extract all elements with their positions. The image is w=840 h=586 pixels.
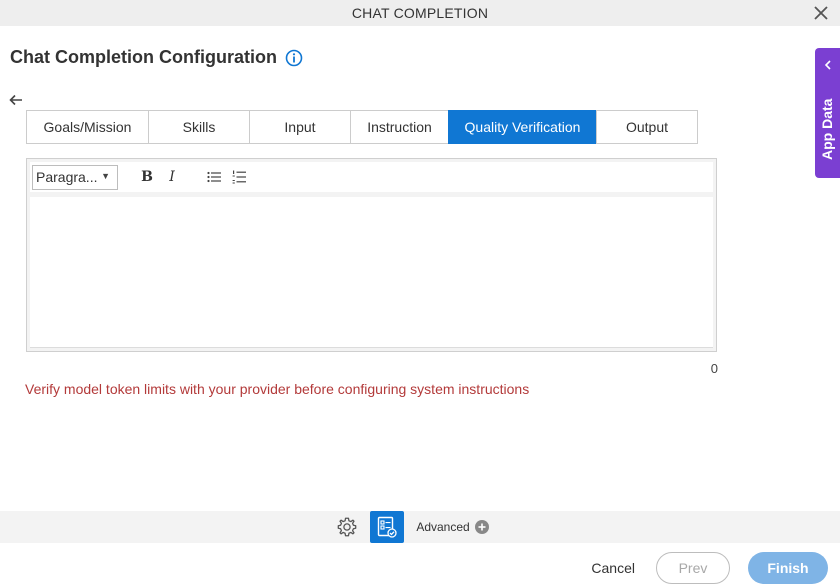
plus-circle-icon: [474, 520, 489, 534]
paragraph-format-value: Paragra...: [36, 169, 98, 185]
bullet-list-button[interactable]: [203, 166, 225, 188]
paragraph-format-select[interactable]: Paragra... ▼: [32, 164, 118, 190]
close-icon[interactable]: [812, 4, 830, 22]
page-title: Chat Completion Configuration: [10, 47, 277, 67]
tab-bar: Goals/Mission Skills Input Instruction Q…: [26, 110, 698, 144]
footer-toolbar: Advanced: [0, 511, 840, 543]
tab-goals-mission[interactable]: Goals/Mission: [26, 110, 149, 144]
editor-toolbar: Paragra... ▼ B I: [30, 162, 713, 192]
tab-quality-verification[interactable]: Quality Verification: [448, 110, 597, 144]
checklist-icon: [378, 516, 397, 538]
title-bar: CHAT COMPLETION: [0, 0, 840, 26]
page-heading: Chat Completion Configuration: [10, 47, 303, 68]
window-title: CHAT COMPLETION: [351, 5, 489, 21]
tab-skills[interactable]: Skills: [148, 110, 250, 144]
token-limit-warning: Verify model token limits with your prov…: [25, 381, 530, 397]
numbered-list-icon: [232, 170, 246, 184]
numbered-list-button[interactable]: [228, 166, 250, 188]
info-icon[interactable]: [285, 49, 303, 67]
tab-instruction[interactable]: Instruction: [350, 110, 449, 144]
advanced-toggle[interactable]: Advanced: [416, 520, 489, 534]
dropdown-caret-icon: ▼: [101, 170, 110, 181]
chevron-left-icon: [824, 60, 831, 70]
rich-text-editor: Paragra... ▼ B I: [26, 158, 717, 352]
finish-button[interactable]: Finish: [748, 552, 828, 584]
editor-content-area[interactable]: [30, 197, 713, 348]
character-counter: 0: [710, 361, 718, 376]
advanced-label: Advanced: [416, 520, 470, 534]
prev-button[interactable]: Prev: [656, 552, 730, 584]
chat-completion-dialog: CHAT COMPLETION Chat Completion Configur…: [0, 0, 840, 586]
app-data-panel-toggle[interactable]: App Data: [815, 48, 840, 178]
cancel-button[interactable]: Cancel: [591, 560, 635, 576]
bold-button[interactable]: B: [136, 166, 158, 188]
tab-output[interactable]: Output: [596, 110, 698, 144]
bullet-list-icon: [207, 171, 221, 183]
italic-button[interactable]: I: [161, 166, 183, 188]
back-arrow-icon[interactable]: [8, 92, 24, 108]
tab-input[interactable]: Input: [249, 110, 351, 144]
quality-verification-button[interactable]: [370, 511, 405, 543]
dialog-actions: Cancel Prev Finish: [591, 552, 828, 584]
gear-icon[interactable]: [336, 516, 358, 538]
app-data-label: App Data: [819, 98, 835, 160]
